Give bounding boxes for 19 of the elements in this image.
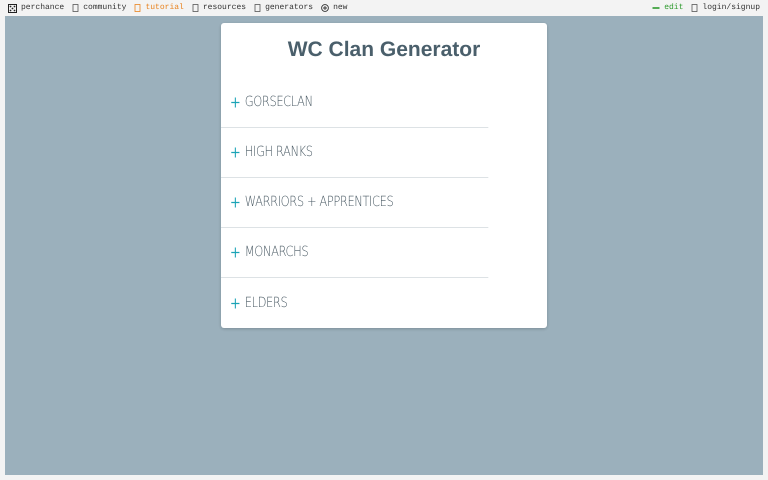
nav-link[interactable]: perchance: [8, 2, 64, 14]
nav-link[interactable]: resources: [192, 2, 246, 14]
page-icon: [691, 4, 698, 12]
nav-link[interactable]: generators: [254, 2, 314, 14]
page-icon: [134, 4, 142, 12]
nav-link[interactable]: new: [321, 2, 348, 14]
page-icon: [72, 4, 80, 12]
section-header[interactable]: GORSECLAN: [221, 78, 488, 128]
section-header[interactable]: WARRIORS + APPRENTICES: [221, 178, 488, 228]
page-icon: [192, 4, 199, 12]
nav-link[interactable]: login/signup: [691, 2, 760, 14]
page-title: WC Clan Generator: [286, 37, 482, 63]
nav-link[interactable]: community: [72, 2, 126, 14]
plus-circle-icon: [321, 4, 330, 12]
section-header[interactable]: HIGH RANKS: [221, 128, 488, 178]
section-header[interactable]: MONARCHS: [221, 228, 488, 278]
page-icon: [254, 4, 262, 12]
dice-icon: [8, 4, 17, 12]
section-header[interactable]: ELDERS: [221, 278, 488, 328]
